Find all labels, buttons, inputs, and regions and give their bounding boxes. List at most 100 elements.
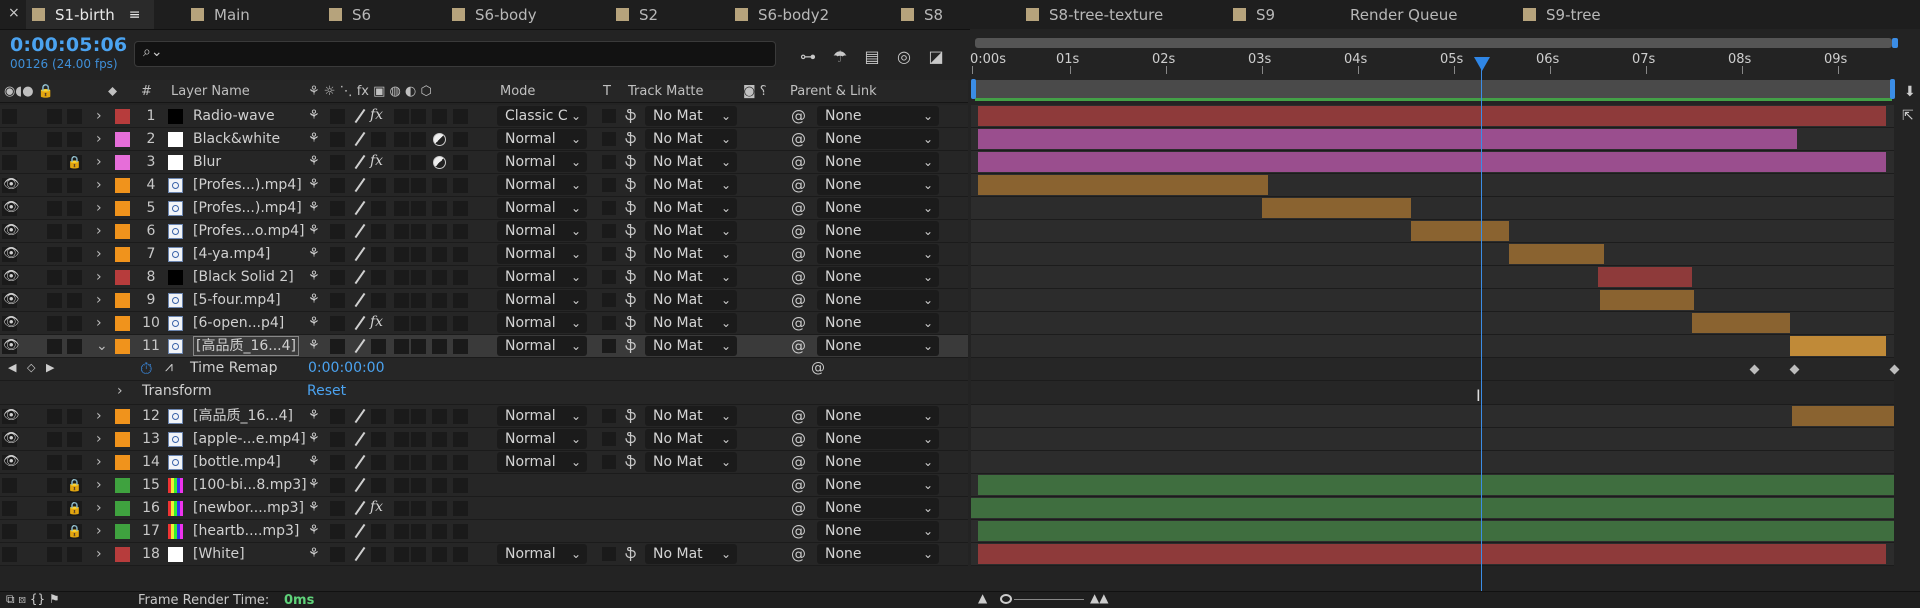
blend-mode-select[interactable]: Normal ⌄ <box>497 429 587 449</box>
blend-mode-select[interactable]: Normal ⌄ <box>497 267 587 287</box>
track-matte-link-icon[interactable]: ֆ <box>625 407 636 425</box>
motion-blur-switch[interactable] <box>411 224 426 239</box>
next-keyframe-icon[interactable]: ▶ <box>46 361 54 374</box>
solo-toggle[interactable] <box>47 524 62 539</box>
lock-toggle[interactable] <box>67 409 82 424</box>
chevron-right-icon[interactable]: › <box>96 245 102 263</box>
track-matte-select[interactable]: No Mat ⌄ <box>645 244 737 264</box>
preserve-transparency-toggle[interactable] <box>602 270 616 284</box>
adjustment-switch[interactable] <box>432 316 447 331</box>
frame-blend-switch[interactable] <box>394 224 409 239</box>
parent-select[interactable]: None ⌄ <box>817 406 939 426</box>
quality-icon[interactable] <box>352 268 368 286</box>
blend-mode-select[interactable]: Normal ⌄ <box>497 244 587 264</box>
shy-icon[interactable]: ⚘ <box>308 522 320 540</box>
video-toggle[interactable] <box>2 478 17 493</box>
label-color-swatch[interactable] <box>115 178 130 193</box>
pick-whip-icon[interactable]: @ <box>791 337 806 355</box>
label-color-swatch[interactable] <box>115 293 130 308</box>
shy-icon[interactable]: ⚘ <box>308 268 320 286</box>
adjustment-switch[interactable] <box>432 224 447 239</box>
layer-row[interactable]: 🔒 › 3 Blur ⚘ fx Normal ⌄ ֆ No Mat ⌄ @ None ⌄ <box>0 151 968 174</box>
tab-s8-tree-texture[interactable]: S8-tree-texture <box>1026 0 1163 29</box>
track-matte-link-icon[interactable]: ֆ <box>625 430 636 448</box>
adjustment-switch[interactable] <box>432 247 447 262</box>
pick-whip-icon[interactable]: @ <box>791 476 806 494</box>
work-area-end-handle[interactable] <box>1890 79 1895 99</box>
layer-duration-bar[interactable] <box>1598 267 1692 287</box>
frame-blend-switch[interactable] <box>394 247 409 262</box>
layer-row[interactable]: 👁 › 7 [4-ya.mp4] ⚘ Normal ⌄ ֆ No Mat ⌄ @ None ⌄ <box>0 243 968 266</box>
motion-blur-switch[interactable] <box>411 455 426 470</box>
video-toggle[interactable] <box>2 501 17 516</box>
chevron-down-icon[interactable]: ⌄ <box>96 337 108 355</box>
tab-render-queue[interactable]: Render Queue <box>1350 0 1457 29</box>
layer-row[interactable]: 🔒 › 17 [heartb....mp3] ⚘ @ None ⌄ <box>0 520 968 543</box>
zoom-slider-track[interactable] <box>1014 599 1084 600</box>
adjustment-switch[interactable] <box>432 409 447 424</box>
track-matte-link-icon[interactable]: ֆ <box>625 291 636 309</box>
quality-icon[interactable] <box>352 245 368 263</box>
effect-switch[interactable] <box>371 178 386 193</box>
lock-toggle[interactable] <box>67 201 82 216</box>
chevron-right-icon[interactable]: › <box>96 268 102 286</box>
layer-name[interactable]: [高品质_16...4] <box>193 336 299 356</box>
blend-mode-select[interactable]: Normal ⌄ <box>497 336 587 356</box>
lock-icon[interactable]: 🔒 <box>67 500 82 516</box>
quality-icon[interactable] <box>352 291 368 309</box>
lock-toggle[interactable] <box>67 432 82 447</box>
preserve-transparency-toggle[interactable] <box>602 547 616 561</box>
adjustment-switch[interactable] <box>432 547 447 562</box>
motion-blur-switch[interactable] <box>411 547 426 562</box>
blend-mode-select[interactable]: Normal ⌄ <box>497 129 587 149</box>
parent-select[interactable]: None ⌄ <box>817 313 939 333</box>
layer-row[interactable]: 👁 › 6 [Profes...o.mp4] ⚘ Normal ⌄ ֆ No Mat ⌄ @ None… <box>0 220 968 243</box>
collapse-switch[interactable] <box>330 178 345 193</box>
chevron-right-icon[interactable]: › <box>96 222 102 240</box>
parent-select[interactable]: None ⌄ <box>817 221 939 241</box>
parent-select[interactable]: None ⌄ <box>817 521 939 541</box>
parent-select[interactable]: None ⌄ <box>817 290 939 310</box>
layer-name[interactable]: [newbor....mp3] <box>193 499 304 517</box>
quality-icon[interactable] <box>352 107 368 125</box>
layer-name[interactable]: Blur <box>193 153 221 171</box>
parent-select[interactable]: None ⌄ <box>817 498 939 518</box>
3d-layer-switch[interactable] <box>453 432 468 447</box>
adjustment-switch[interactable] <box>432 524 447 539</box>
effect-switch[interactable] <box>371 547 386 562</box>
frame-blend-switch[interactable] <box>394 132 409 147</box>
layer-search-input[interactable]: ⌕⌄ <box>134 41 776 67</box>
collapse-switch[interactable] <box>330 247 345 262</box>
collapse-switch[interactable] <box>330 409 345 424</box>
adjustment-layer-icon[interactable] <box>433 156 446 169</box>
video-toggle[interactable] <box>2 109 17 124</box>
motion-blur-switch[interactable] <box>411 178 426 193</box>
3d-layer-switch[interactable] <box>453 501 468 516</box>
effect-switch[interactable] <box>371 247 386 262</box>
shy-icon[interactable]: ⚘ <box>308 337 320 355</box>
layer-row[interactable]: 👁 › 5 [Profes...).mp4] ⚘ Normal ⌄ ֆ No Mat ⌄ @ None… <box>0 197 968 220</box>
menu-icon[interactable]: ≡ <box>129 7 141 23</box>
solo-toggle[interactable] <box>47 293 62 308</box>
parent-select[interactable]: None ⌄ <box>817 175 939 195</box>
work-area-start-handle[interactable] <box>971 79 976 99</box>
blend-mode-select[interactable]: Classic C ⌄ <box>497 106 587 126</box>
blend-mode-select[interactable]: Normal ⌄ <box>497 406 587 426</box>
collapse-switch[interactable] <box>330 224 345 239</box>
layer-name[interactable]: [6-open...p4] <box>193 314 284 332</box>
graph-editor-icon[interactable]: ◪ <box>925 45 947 67</box>
label-color-swatch[interactable] <box>115 478 130 493</box>
quality-icon[interactable] <box>352 499 368 517</box>
pick-whip-icon[interactable]: @ <box>791 314 806 332</box>
layer-name[interactable]: [5-four.mp4] <box>193 291 281 309</box>
3d-layer-switch[interactable] <box>453 455 468 470</box>
label-color-swatch[interactable] <box>115 109 130 124</box>
adjustment-switch[interactable] <box>432 501 447 516</box>
solo-toggle[interactable] <box>47 132 62 147</box>
stopwatch-icon[interactable]: ⏱ <box>140 359 152 379</box>
solo-toggle[interactable] <box>47 155 62 170</box>
effect-switch[interactable] <box>371 478 386 493</box>
eye-icon[interactable]: 👁 <box>3 246 20 262</box>
frame-blending-icon[interactable]: ▤ <box>861 45 883 67</box>
pick-whip-icon[interactable]: @ <box>791 153 806 171</box>
